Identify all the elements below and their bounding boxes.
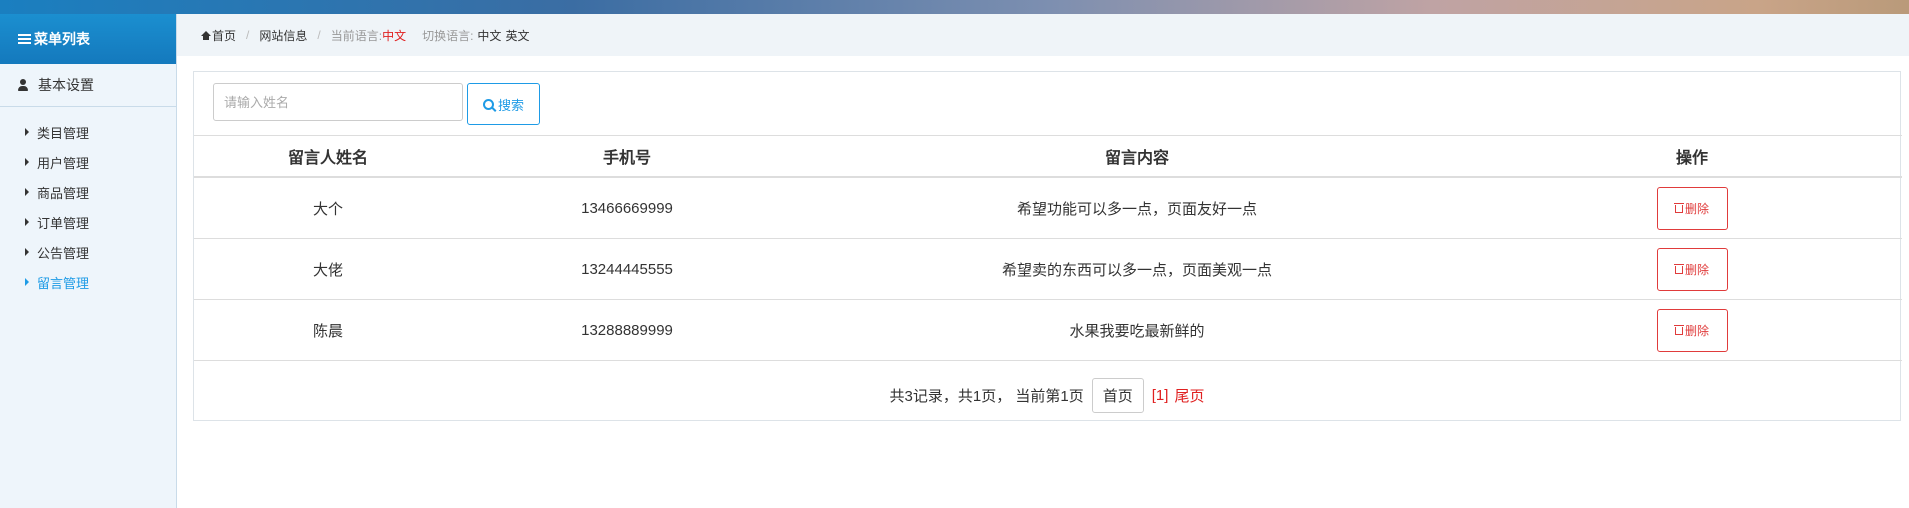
delete-label: 删除 xyxy=(1684,323,1709,338)
caret-right-icon xyxy=(25,218,29,226)
sidebar: 菜单列表 基本设置 类目管理 用户管理 商品管理 订单管理 公告管理 留言管理 xyxy=(0,14,177,508)
table-row: 陈晨 13288889999 水果我要吃最新鲜的 删除 xyxy=(194,299,1902,361)
sidebar-group-basic-settings[interactable]: 基本设置 xyxy=(0,64,176,107)
caret-right-icon xyxy=(25,128,29,136)
current-language-value: 中文 xyxy=(382,28,407,43)
top-gradient-bar xyxy=(0,0,1909,14)
breadcrumb: 首页 / 网站信息 / 当前语言: 中文 切换语言: 中文 英文 xyxy=(177,14,1909,56)
pagination: 共3记录，共1页， 当前第1页 首页 [1] 尾页 xyxy=(194,361,1900,430)
search-button-label: 搜索 xyxy=(497,97,524,113)
cell-phone: 13288889999 xyxy=(462,299,792,361)
column-header-action: 操作 xyxy=(1482,135,1902,178)
cell-phone: 13244445555 xyxy=(462,238,792,300)
cell-action: 删除 xyxy=(1482,238,1902,300)
current-language-label: 当前语言: xyxy=(330,28,383,43)
sidebar-title: 菜单列表 xyxy=(34,31,90,47)
cell-content: 水果我要吃最新鲜的 xyxy=(792,299,1482,361)
sidebar-group-label: 基本设置 xyxy=(38,77,94,93)
delete-label: 删除 xyxy=(1684,201,1709,216)
sidebar-item-label: 用户管理 xyxy=(37,155,90,171)
sidebar-item-products[interactable]: 商品管理 xyxy=(0,177,176,207)
cell-name: 大个 xyxy=(194,177,462,239)
sidebar-nav: 类目管理 用户管理 商品管理 订单管理 公告管理 留言管理 xyxy=(0,107,176,297)
cell-name: 陈晨 xyxy=(194,299,462,361)
delete-button[interactable]: 删除 xyxy=(1656,308,1728,352)
trash-icon xyxy=(1673,325,1684,335)
sidebar-item-label: 留言管理 xyxy=(37,275,90,291)
message-panel: 搜索 留言人姓名 手机号 留言内容 操作 大个 13466669999 希望功能… xyxy=(193,71,1902,421)
cell-phone: 13466669999 xyxy=(462,177,792,239)
delete-button[interactable]: 删除 xyxy=(1656,247,1728,291)
sidebar-item-users[interactable]: 用户管理 xyxy=(0,147,176,177)
search-input[interactable] xyxy=(213,83,463,121)
sidebar-item-orders[interactable]: 订单管理 xyxy=(0,207,176,237)
breadcrumb-home[interactable]: 首页 xyxy=(212,27,236,44)
table-header-row: 留言人姓名 手机号 留言内容 操作 xyxy=(194,135,1902,178)
caret-right-icon xyxy=(25,188,29,196)
sidebar-item-messages[interactable]: 留言管理 xyxy=(0,267,176,297)
caret-right-icon xyxy=(25,248,29,256)
table-row: 大个 13466669999 希望功能可以多一点，页面友好一点 删除 xyxy=(194,177,1902,239)
message-table: 留言人姓名 手机号 留言内容 操作 大个 13466669999 希望功能可以多… xyxy=(194,135,1902,361)
menu-icon xyxy=(18,34,31,44)
first-page-button[interactable]: 首页 xyxy=(1091,378,1144,413)
pagination-summary: 共3记录，共1页， 当前第1页 xyxy=(889,388,1084,405)
caret-right-icon xyxy=(25,158,29,166)
caret-right-icon xyxy=(25,278,29,286)
switch-language-label: 切换语言: xyxy=(422,28,474,43)
cell-action: 删除 xyxy=(1482,177,1902,239)
search-bar: 搜索 xyxy=(194,72,1900,135)
trash-icon xyxy=(1673,264,1684,274)
cell-content: 希望卖的东西可以多一点，页面美观一点 xyxy=(792,238,1482,300)
sidebar-item-label: 商品管理 xyxy=(37,185,90,201)
switch-language-zh-link[interactable]: 中文 xyxy=(477,27,501,44)
cell-name: 大佬 xyxy=(194,238,462,300)
table-row: 大佬 13244445555 希望卖的东西可以多一点，页面美观一点 删除 xyxy=(194,238,1902,300)
sidebar-item-label: 公告管理 xyxy=(37,245,90,261)
sidebar-header: 菜单列表 xyxy=(0,14,176,64)
delete-label: 删除 xyxy=(1684,262,1709,277)
trash-icon xyxy=(1673,203,1684,213)
switch-language-en-link[interactable]: 英文 xyxy=(505,27,529,44)
search-icon xyxy=(482,98,494,110)
breadcrumb-separator: / xyxy=(317,28,321,42)
column-header-phone: 手机号 xyxy=(462,135,792,178)
current-page-link[interactable]: [1] xyxy=(1152,387,1169,404)
cell-content: 希望功能可以多一点，页面友好一点 xyxy=(792,177,1482,239)
breadcrumb-separator: / xyxy=(246,28,250,42)
home-icon xyxy=(201,30,211,40)
column-header-content: 留言内容 xyxy=(792,135,1482,178)
sidebar-item-category[interactable]: 类目管理 xyxy=(0,117,176,147)
breadcrumb-site-info[interactable]: 网站信息 xyxy=(259,27,307,44)
last-page-link[interactable]: 尾页 xyxy=(1174,385,1204,406)
sidebar-item-notices[interactable]: 公告管理 xyxy=(0,237,176,267)
cell-action: 删除 xyxy=(1482,299,1902,361)
delete-button[interactable]: 删除 xyxy=(1656,186,1728,230)
sidebar-item-label: 类目管理 xyxy=(37,125,90,141)
column-header-name: 留言人姓名 xyxy=(194,135,462,178)
user-icon xyxy=(18,79,28,91)
sidebar-item-label: 订单管理 xyxy=(37,215,90,231)
search-button[interactable]: 搜索 xyxy=(467,83,540,125)
